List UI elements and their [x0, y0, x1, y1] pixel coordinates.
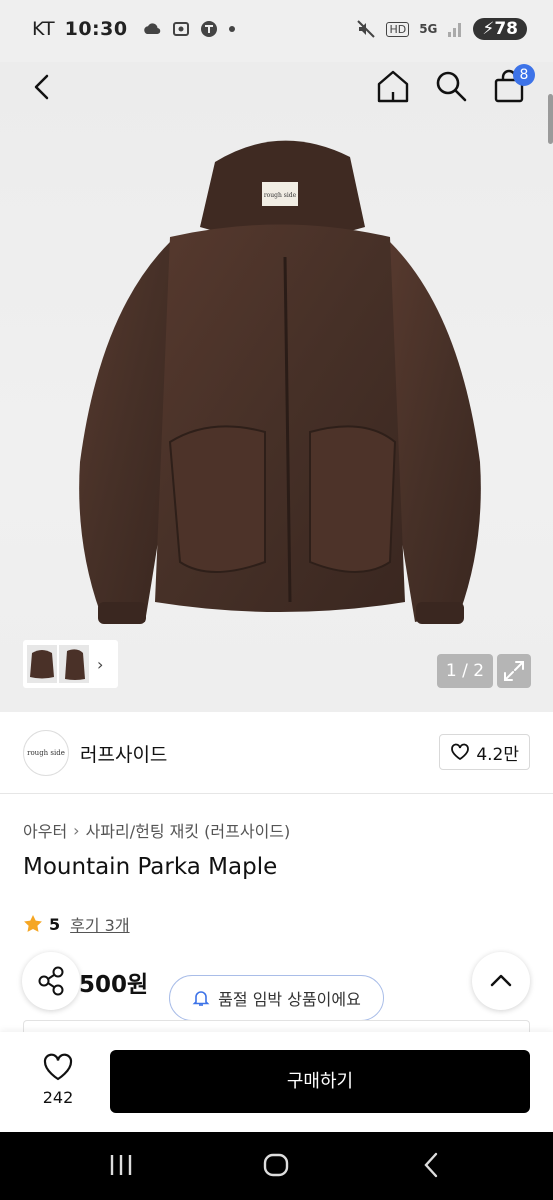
- more-notifications-icon: [228, 26, 235, 32]
- thumbnail-1[interactable]: [27, 645, 57, 683]
- battery-bolt-icon: ⚡: [482, 19, 495, 39]
- battery-indicator: ⚡78: [473, 18, 527, 40]
- brand-like-count: 4.2만: [476, 744, 519, 765]
- rating-score: 5: [49, 914, 61, 934]
- home-button[interactable]: [375, 68, 411, 104]
- brand-like-button[interactable]: 4.2만: [439, 734, 530, 770]
- fullscreen-button[interactable]: [497, 654, 531, 688]
- buy-button[interactable]: 구매하기: [110, 1050, 530, 1113]
- breadcrumb-item[interactable]: 사파리/헌팅 재킷 (러프사이드): [86, 818, 291, 842]
- brand-name[interactable]: 러프사이드: [80, 740, 167, 767]
- thumbnail-2[interactable]: [59, 645, 89, 683]
- home-icon: [377, 70, 409, 103]
- product-image[interactable]: rough side: [60, 132, 500, 642]
- brand-row[interactable]: rough side 러프사이드 4.2만: [0, 712, 553, 794]
- system-navigation-bar: [0, 1132, 553, 1200]
- scroll-indicator[interactable]: [548, 94, 553, 144]
- expand-icon: [504, 661, 524, 681]
- back-arrow-icon: [424, 1152, 438, 1178]
- product-price: 500원: [79, 972, 149, 998]
- thumbnail-strip[interactable]: ›: [23, 640, 118, 688]
- product-gallery[interactable]: 8 rough side › 1 / 2: [0, 62, 553, 712]
- status-bar: KT 10:30 HD 5G ⚡78: [0, 0, 553, 62]
- cart-button[interactable]: 8: [491, 64, 535, 104]
- chevron-right-icon: ›: [73, 820, 80, 840]
- chevron-left-icon: [34, 74, 49, 100]
- star-icon: [24, 915, 42, 932]
- clock: 10:30: [64, 18, 128, 40]
- wishlist-button[interactable]: 242: [30, 1052, 86, 1107]
- recents-icon: [110, 1155, 132, 1175]
- breadcrumb-item[interactable]: 아우터: [23, 818, 67, 842]
- search-button[interactable]: [433, 68, 469, 104]
- home-nav-button[interactable]: [262, 1150, 290, 1184]
- brand-logo[interactable]: rough side: [23, 730, 69, 776]
- screenshot-icon: [172, 22, 189, 36]
- back-nav-button[interactable]: [420, 1150, 442, 1184]
- search-icon: [436, 71, 467, 102]
- neck-label-text: rough side: [264, 192, 297, 199]
- scroll-top-button[interactable]: [472, 952, 530, 1010]
- bottom-action-bar: 242 구매하기: [0, 1032, 553, 1132]
- hd-icon: HD: [386, 21, 410, 37]
- cart-count-badge: 8: [513, 64, 535, 86]
- review-count-link[interactable]: 후기 3개: [70, 912, 129, 936]
- news-app-icon: [200, 21, 217, 37]
- network-label: 5G: [419, 22, 438, 36]
- wishlist-count: 242: [42, 1088, 74, 1107]
- weather-icon: [143, 23, 160, 35]
- carrier-label: KT: [32, 18, 55, 40]
- heart-icon: [451, 743, 470, 761]
- back-button[interactable]: [28, 72, 58, 102]
- image-pager: 1 / 2: [437, 654, 493, 688]
- share-icon: [38, 966, 64, 996]
- heart-icon: [43, 1053, 73, 1081]
- recent-apps-button[interactable]: [108, 1150, 134, 1184]
- bell-icon: [192, 991, 210, 1006]
- product-title: Mountain Parka Maple: [23, 854, 278, 880]
- home-circle-icon: [263, 1153, 289, 1177]
- chevron-up-icon: [490, 974, 512, 987]
- rating-summary: 5 후기 3개: [23, 912, 130, 936]
- signal-icon: [448, 23, 462, 37]
- breadcrumb: 아우터 › 사파리/헌팅 재킷 (러프사이드): [23, 818, 290, 842]
- chevron-right-icon[interactable]: ›: [97, 655, 103, 674]
- soldout-notice: 품절 임박 상품이에요: [169, 975, 384, 1021]
- share-button[interactable]: [22, 952, 80, 1010]
- mute-icon: [357, 20, 376, 38]
